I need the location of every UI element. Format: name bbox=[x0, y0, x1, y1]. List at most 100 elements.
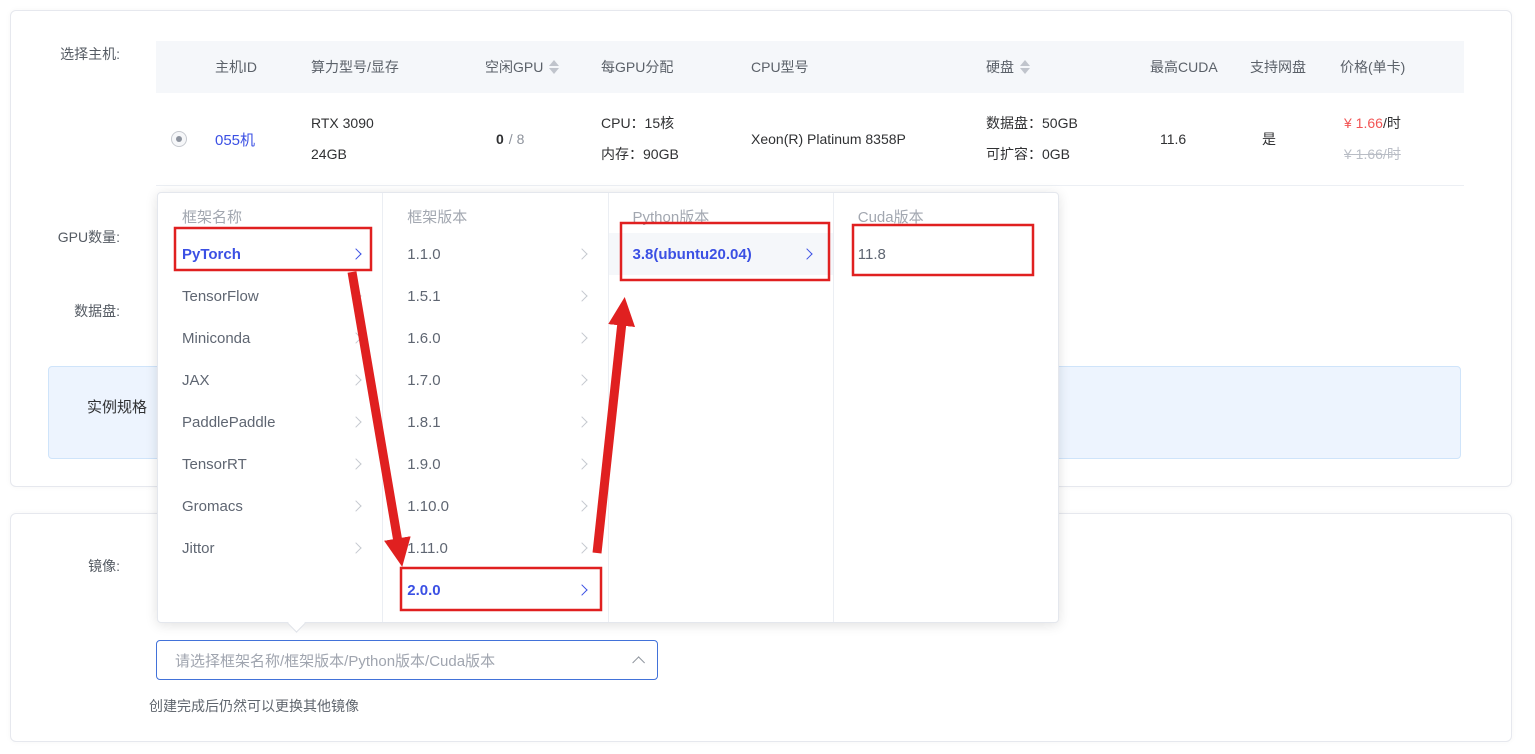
chevron-right-icon bbox=[576, 290, 587, 301]
cascader-column-header: Cuda版本 bbox=[834, 203, 1058, 233]
cascader-option[interactable]: TensorRT bbox=[158, 443, 382, 485]
cascader-option[interactable]: TensorFlow bbox=[158, 275, 382, 317]
cascader-column-header: Python版本 bbox=[609, 203, 833, 233]
th-host-id: 主机ID bbox=[201, 41, 291, 93]
image-select-placeholder: 请选择框架名称/框架版本/Python版本/Cuda版本 bbox=[175, 650, 495, 671]
th-disk[interactable]: 硬盘 bbox=[966, 41, 1136, 93]
data-disk-label: 数据盘: bbox=[11, 302, 120, 320]
cascader-column-2: Python版本3.8(ubuntu20.04) bbox=[609, 193, 834, 622]
chevron-right-icon bbox=[576, 458, 587, 469]
chevron-right-icon bbox=[576, 584, 587, 595]
disk-cell: 数据盘：50GB 可扩容：0GB bbox=[966, 93, 1136, 185]
free-gpu-total: / 8 bbox=[509, 131, 525, 147]
max-cuda-cell: 11.6 bbox=[1136, 93, 1236, 185]
free-gpu-cell: 0 / 8 bbox=[471, 93, 581, 185]
cascader-column-0: 框架名称 PyTorch TensorFlow Miniconda JAX PaddleP… bbox=[158, 193, 383, 622]
chevron-right-icon bbox=[801, 248, 812, 259]
cascader-option-label: 2.0.0 bbox=[407, 582, 440, 599]
image-select[interactable]: 请选择框架名称/框架版本/Python版本/Cuda版本 bbox=[156, 640, 658, 680]
cascader-option[interactable]: 1.8.1 bbox=[383, 401, 607, 443]
sort-icon[interactable] bbox=[1020, 60, 1030, 74]
chevron-right-icon bbox=[576, 500, 587, 511]
cascader-option[interactable]: 1.9.0 bbox=[383, 443, 607, 485]
cascader-option-label: 1.1.0 bbox=[407, 246, 440, 263]
price-current: ¥ 1.66/时 bbox=[1344, 108, 1401, 139]
chevron-right-icon bbox=[576, 416, 587, 427]
host-radio-cell bbox=[156, 93, 201, 185]
radio-dot-icon bbox=[176, 136, 182, 142]
cascader-option[interactable]: Jittor bbox=[158, 527, 382, 569]
host-table: 主机ID 算力型号/显存 空闲GPU 每GPU分配 CPU型号 硬盘 最高CUD… bbox=[156, 41, 1464, 186]
per-gpu-mem: 内存：90GB bbox=[601, 139, 679, 170]
chevron-right-icon bbox=[576, 542, 587, 553]
th-radio bbox=[156, 41, 201, 93]
cascader-option[interactable]: JAX bbox=[158, 359, 382, 401]
chevron-right-icon bbox=[351, 290, 362, 301]
cascader-option[interactable]: 1.7.0 bbox=[383, 359, 607, 401]
cascader-column-header: 框架名称 bbox=[158, 203, 382, 233]
chevron-right-icon bbox=[576, 332, 587, 343]
cascader-option-label: Gromacs bbox=[182, 498, 243, 515]
cascader-option-label: TensorFlow bbox=[182, 288, 259, 305]
cascader-option[interactable]: 1.6.0 bbox=[383, 317, 607, 359]
cascader-option-label: 1.10.0 bbox=[407, 498, 449, 515]
gpu-memory: 24GB bbox=[311, 139, 347, 170]
cascader-option[interactable]: 1.11.0 bbox=[383, 527, 607, 569]
cascader-option-label: Jittor bbox=[182, 540, 215, 557]
host-id-link[interactable]: 055机 bbox=[215, 129, 255, 150]
chevron-right-icon bbox=[351, 500, 362, 511]
cascader-columns: 框架名称 PyTorch TensorFlow Miniconda JAX PaddleP… bbox=[158, 193, 1058, 622]
cascader-option[interactable]: Gromacs bbox=[158, 485, 382, 527]
cascader-option-label: TensorRT bbox=[182, 456, 247, 473]
framework-cascader-dropdown: 框架名称 PyTorch TensorFlow Miniconda JAX PaddleP… bbox=[157, 192, 1059, 623]
cascader-option[interactable]: 2.0.0 bbox=[383, 569, 607, 611]
th-max-cuda: 最高CUDA bbox=[1136, 41, 1236, 93]
cascader-option-label: Miniconda bbox=[182, 330, 250, 347]
host-table-header: 主机ID 算力型号/显存 空闲GPU 每GPU分配 CPU型号 硬盘 最高CUD… bbox=[156, 41, 1464, 93]
th-gpu-model: 算力型号/显存 bbox=[291, 41, 471, 93]
cascader-option-label: 1.5.1 bbox=[407, 288, 440, 305]
cascader-column-1: 框架版本 1.1.0 1.5.1 1.6.0 1.7.0 1.8.1 1.9.0 1.10.0… bbox=[383, 193, 608, 622]
cascader-option[interactable]: PyTorch bbox=[158, 233, 382, 275]
cascader-option-label: JAX bbox=[182, 372, 210, 389]
cascader-option[interactable]: 11.8 bbox=[834, 233, 1058, 275]
th-free-gpu[interactable]: 空闲GPU bbox=[471, 41, 581, 93]
cascader-option[interactable]: 1.10.0 bbox=[383, 485, 607, 527]
cascader-option-label: 11.8 bbox=[858, 246, 886, 263]
host-id-cell: 055机 bbox=[201, 93, 291, 185]
image-helper-text: 创建完成后仍然可以更换其他镜像 bbox=[149, 696, 359, 716]
chevron-right-icon bbox=[351, 416, 362, 427]
free-gpu-used: 0 bbox=[496, 131, 504, 147]
sort-icon[interactable] bbox=[549, 60, 559, 74]
gpu-model-cell: RTX 3090 24GB bbox=[291, 93, 471, 185]
chevron-right-icon bbox=[351, 374, 362, 385]
cascader-option[interactable]: 1.5.1 bbox=[383, 275, 607, 317]
gpu-model: RTX 3090 bbox=[311, 108, 374, 139]
chevron-right-icon bbox=[351, 332, 362, 343]
price-cell: ¥ 1.66/时 ¥ 1.66/时 bbox=[1326, 93, 1464, 185]
cascader-option-label: 1.9.0 bbox=[407, 456, 440, 473]
cascader-option[interactable]: Miniconda bbox=[158, 317, 382, 359]
cascader-option-label: 1.6.0 bbox=[407, 330, 440, 347]
cascader-option-label: PyTorch bbox=[182, 246, 241, 263]
cascader-option[interactable]: 3.8(ubuntu20.04) bbox=[609, 233, 833, 275]
th-price: 价格(单卡) bbox=[1326, 41, 1464, 93]
host-radio[interactable] bbox=[171, 131, 187, 147]
th-per-gpu: 每GPU分配 bbox=[581, 41, 736, 93]
cascader-option[interactable]: PaddlePaddle bbox=[158, 401, 382, 443]
cascader-column-header: 框架版本 bbox=[383, 203, 607, 233]
chevron-right-icon bbox=[351, 248, 362, 259]
th-cpu-model: CPU型号 bbox=[736, 41, 966, 93]
select-host-label: 选择主机: bbox=[11, 45, 120, 63]
disk-data: 数据盘：50GB bbox=[986, 108, 1078, 139]
cascader-option-label: 1.8.1 bbox=[407, 414, 440, 431]
chevron-right-icon bbox=[351, 458, 362, 469]
cascader-option-label: 1.7.0 bbox=[407, 372, 440, 389]
chevron-right-icon bbox=[576, 374, 587, 385]
cascader-column-3: Cuda版本 11.8 bbox=[834, 193, 1058, 622]
host-table-row[interactable]: 055机 RTX 3090 24GB 0/ 8 CPU：15核 内存：90GB … bbox=[156, 93, 1464, 186]
page: 选择主机: 主机ID 算力型号/显存 空闲GPU 每GPU分配 CPU型号 硬盘… bbox=[0, 0, 1535, 754]
cascader-option[interactable]: 1.1.0 bbox=[383, 233, 607, 275]
image-label: 镜像: bbox=[11, 557, 120, 575]
cascader-option-label: PaddlePaddle bbox=[182, 414, 275, 431]
